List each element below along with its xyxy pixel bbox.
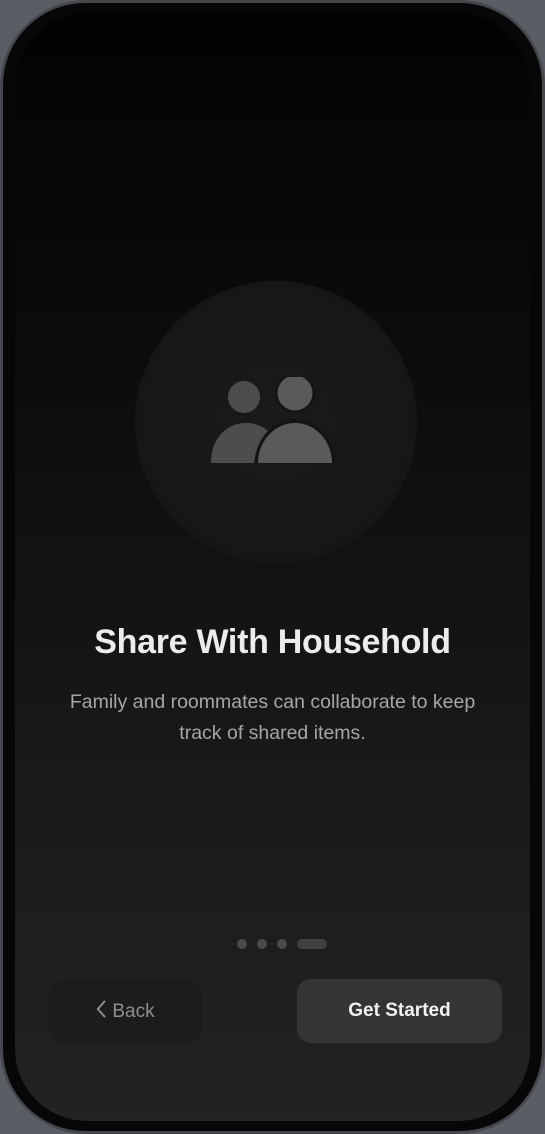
chevron-left-icon xyxy=(96,1000,106,1024)
phone-bezel: Share With Household Family and roommate… xyxy=(3,3,542,1131)
page-dot-4-active[interactable] xyxy=(296,939,327,949)
get-started-label: Get Started xyxy=(348,1000,451,1021)
page-dot-1[interactable] xyxy=(236,939,247,949)
page-indicator xyxy=(15,939,530,949)
page-title: Share With Household xyxy=(94,623,451,661)
page-dot-2[interactable] xyxy=(256,939,267,949)
get-started-button[interactable]: Get Started xyxy=(297,979,502,1043)
two-people-icon xyxy=(211,377,335,463)
back-button-label: Back xyxy=(112,1000,155,1022)
page-subtitle: Family and roommates can collaborate to … xyxy=(69,691,476,744)
page-dot-3[interactable] xyxy=(276,939,287,949)
phone-frame: Share With Household Family and roommate… xyxy=(0,0,545,1134)
back-button[interactable]: Back xyxy=(49,980,202,1043)
onboarding-screen: Share With Household Family and roommate… xyxy=(15,13,530,1121)
